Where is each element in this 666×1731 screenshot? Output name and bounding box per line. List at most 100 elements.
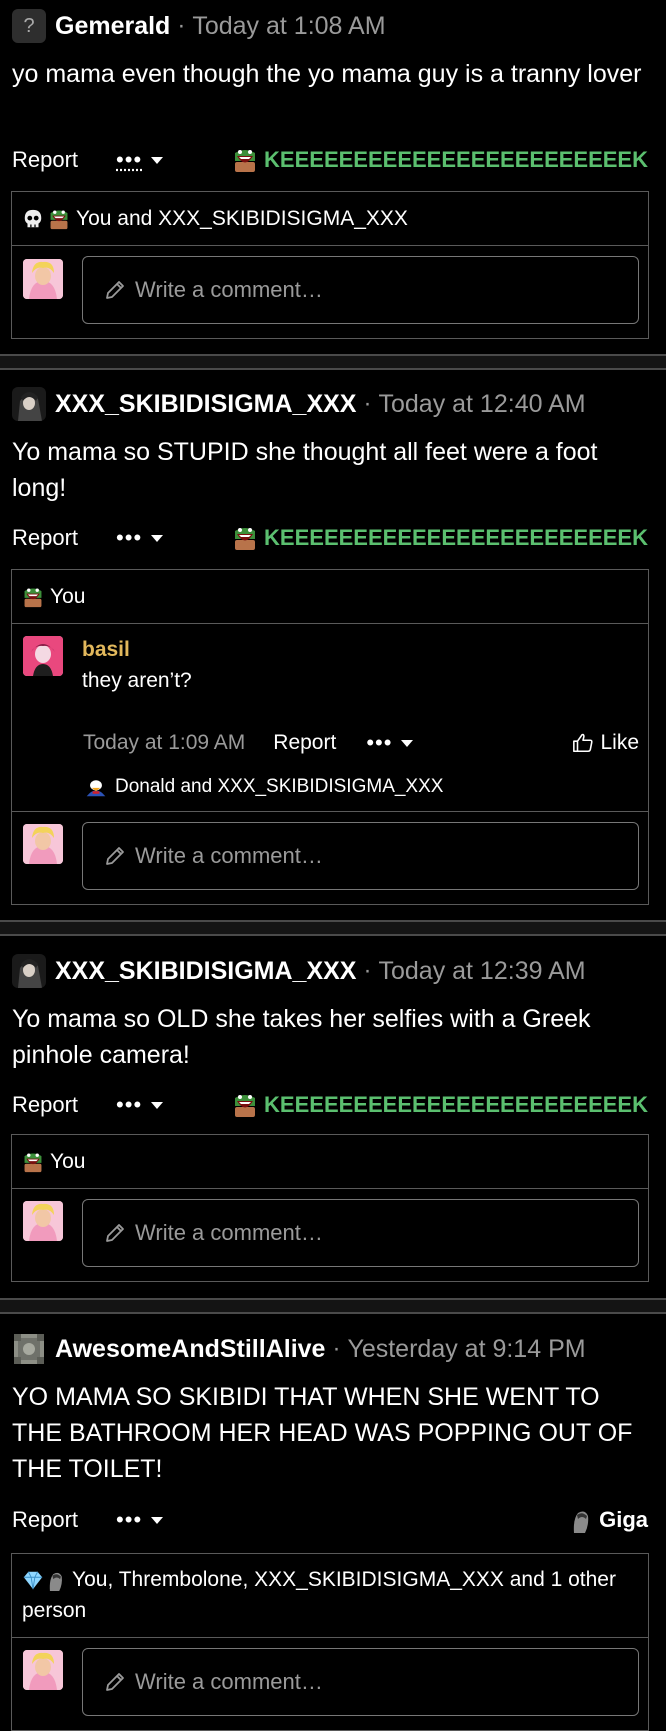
laughing-plant-icon [232,525,258,551]
laughing-plant-icon [22,586,44,608]
post-actions: Report ••• KEEEEEEEEEEEEEEEEEEEEEEEEK [12,522,648,554]
pencil-icon [103,278,127,302]
reaction-button[interactable]: Giga [567,1507,648,1533]
caret-down-icon [151,534,164,542]
question-mark-avatar[interactable]: ? [12,9,46,43]
reactors-text: You [50,584,86,608]
report-link[interactable]: Report [12,147,78,173]
laughing-plant-icon [232,147,258,173]
diamond-icon [22,1569,44,1591]
reply-timestamp[interactable]: Today at 1:09 AM [83,731,245,755]
post-header: ? Gemerald · Today at 1:08 AM [12,9,386,43]
reply-more-options-button[interactable]: ••• [366,730,414,756]
more-options-button[interactable]: ••• [116,525,164,551]
write-comment-input[interactable]: Write a comment… [82,1648,639,1716]
anime-character-avatar[interactable] [12,954,46,988]
post-author[interactable]: Gemerald [55,12,170,41]
write-comment-row: Write a comment… [12,1189,648,1281]
comment-box: You Write a comment… [11,1134,649,1282]
giga-chad-icon [44,1569,66,1591]
reactors-row[interactable]: You and XXX_SKIBIDISIGMA_XXX [12,192,648,246]
post-text: yo mama even though the yo mama guy is a… [12,60,642,88]
user-avatar [23,1201,63,1241]
write-comment-row: Write a comment… [12,812,648,904]
user-avatar [23,1650,63,1690]
separator-dot: · [363,957,372,984]
caret-down-icon [151,156,164,164]
reaction-label: Giga [599,1507,648,1532]
reaction-label: KEEEEEEEEEEEEEEEEEEEEEEEEK [264,525,648,550]
reactors-text: You [50,1149,86,1173]
reply-text: they aren’t? [82,669,192,692]
comment-placeholder: Write a comment… [135,1220,323,1245]
laughing-plant-icon [48,208,70,230]
comment-box: You, Thrembolone, XXX_SKIBIDISIGMA_XXX a… [11,1553,649,1731]
reactors-text: You and XXX_SKIBIDISIGMA_XXX [76,206,408,230]
reactors-row[interactable]: You [12,1135,648,1189]
post-separator [0,354,666,370]
post-timestamp[interactable]: Yesterday at 9:14 PM [347,1335,585,1364]
user-avatar [23,259,63,299]
companion-cube-avatar[interactable] [12,1332,46,1366]
post-text: YO MAMA SO SKIBIDI THAT WHEN SHE WENT TO… [12,1383,633,1483]
reply-report-link[interactable]: Report [273,731,336,755]
caret-down-icon [151,1516,164,1524]
pencil-icon [103,1670,127,1694]
caret-down-icon [401,739,414,747]
skull-icon [22,208,44,230]
reaction-label: KEEEEEEEEEEEEEEEEEEEEEEEEK [264,1092,648,1117]
more-options-button[interactable]: ••• [116,1507,164,1533]
post-text: Yo mama so STUPID she thought all feet w… [12,438,598,502]
reactors-text: You, Thrembolone, XXX_SKIBIDISIGMA_XXX a… [22,1568,616,1622]
write-comment-input[interactable]: Write a comment… [82,822,639,890]
post-timestamp[interactable]: Today at 12:40 AM [378,390,585,419]
more-options-button[interactable]: ••• [116,147,164,173]
write-comment-row: Write a comment… [12,1638,648,1730]
post-timestamp[interactable]: Today at 1:08 AM [192,12,385,41]
post-header: AwesomeAndStillAlive · Yesterday at 9:14… [12,1332,586,1366]
separator-dot: · [363,390,372,417]
comment-placeholder: Write a comment… [135,843,323,868]
reaction-button[interactable]: KEEEEEEEEEEEEEEEEEEEEEEEEK [232,1092,648,1118]
reaction-button[interactable]: KEEEEEEEEEEEEEEEEEEEEEEEEK [232,147,648,173]
separator-dot: · [332,1335,341,1362]
pencil-icon [103,1221,127,1245]
giga-chad-icon [567,1507,593,1533]
comment-placeholder: Write a comment… [135,277,323,302]
post-author[interactable]: XXX_SKIBIDISIGMA_XXX [55,957,356,986]
comment-box: You and XXX_SKIBIDISIGMA_XXX Write a com… [11,191,649,339]
report-link[interactable]: Report [12,1507,78,1533]
laughing-plant-icon [22,1151,44,1173]
reaction-button[interactable]: KEEEEEEEEEEEEEEEEEEEEEEEEK [232,525,648,551]
post-author[interactable]: AwesomeAndStillAlive [55,1335,325,1364]
post-separator [0,1298,666,1314]
reply-author[interactable]: basil [82,638,130,662]
laughing-plant-icon [232,1092,258,1118]
basil-avatar[interactable] [23,636,63,676]
reply-comment: basil they aren’t? Today at 1:09 AM Repo… [12,624,648,812]
report-link[interactable]: Report [12,1092,78,1118]
post-timestamp[interactable]: Today at 12:39 AM [378,957,585,986]
reaction-label: KEEEEEEEEEEEEEEEEEEEEEEEEK [264,147,648,172]
post-author[interactable]: XXX_SKIBIDISIGMA_XXX [55,390,356,419]
more-options-button[interactable]: ••• [116,1092,164,1118]
donald-duck-icon [83,776,109,798]
post-text: Yo mama so OLD she takes her selfies wit… [12,1005,591,1069]
comment-box: You basil they aren’t? Today at 1:09 AM … [11,569,649,905]
reactors-row[interactable]: You [12,570,648,624]
like-label: Like [600,731,639,754]
write-comment-input[interactable]: Write a comment… [82,1199,639,1267]
post-header: XXX_SKIBIDISIGMA_XXX · Today at 12:40 AM [12,387,586,421]
write-comment-input[interactable]: Write a comment… [82,256,639,324]
pencil-icon [103,844,127,868]
post-actions: Report ••• KEEEEEEEEEEEEEEEEEEEEEEEEK [12,1089,648,1121]
report-link[interactable]: Report [12,525,78,551]
reactors-row[interactable]: You, Thrembolone, XXX_SKIBIDISIGMA_XXX a… [12,1554,648,1638]
anime-character-avatar[interactable] [12,387,46,421]
write-comment-row: Write a comment… [12,246,648,338]
post-header: XXX_SKIBIDISIGMA_XXX · Today at 12:39 AM [12,954,586,988]
user-avatar [23,824,63,864]
like-button[interactable]: Like [572,731,639,755]
reply-reactors-row[interactable]: Donald and XXX_SKIBIDISIGMA_XXX [83,776,443,798]
post-separator [0,920,666,936]
